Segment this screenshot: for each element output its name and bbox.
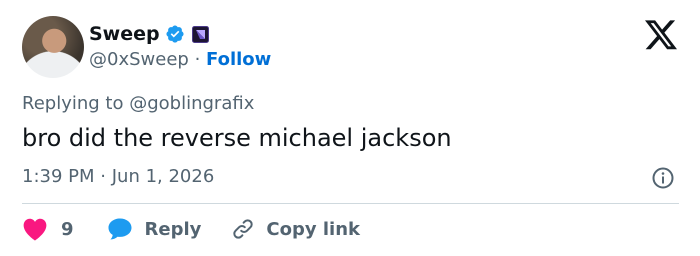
separator-dot: · [194, 49, 201, 70]
avatar[interactable] [22, 16, 84, 78]
like-button[interactable]: 9 [22, 217, 74, 241]
x-logo-icon[interactable] [645, 20, 677, 50]
speech-bubble-icon [107, 217, 133, 241]
copy-link-label: Copy link [266, 218, 360, 240]
author-handle-row: @0xSweep · Follow [89, 49, 271, 70]
replying-to: Replying to @goblingrafix [22, 93, 254, 114]
affiliate-badge-icon[interactable] [191, 25, 209, 43]
reply-label: Reply [144, 218, 202, 240]
heart-icon [22, 217, 48, 241]
timestamp-separator: · [100, 166, 106, 187]
like-count: 9 [61, 218, 74, 240]
verified-badge-icon [165, 24, 185, 44]
action-bar: 9 Reply Copy link [22, 214, 360, 244]
follow-button[interactable]: Follow [206, 49, 271, 70]
replying-prefix: Replying to [22, 93, 124, 114]
timestamp-date: Jun 1, 2026 [111, 166, 215, 187]
reply-button[interactable]: Reply [107, 217, 202, 241]
divider [22, 203, 679, 204]
reply-mention-link[interactable]: @goblingrafix [129, 93, 254, 114]
author-name[interactable]: Sweep [89, 23, 160, 45]
timestamp[interactable]: 1:39 PM · Jun 1, 2026 [22, 166, 214, 187]
link-icon [231, 217, 255, 241]
copy-link-button[interactable]: Copy link [231, 217, 360, 241]
info-icon[interactable] [651, 166, 675, 190]
timestamp-time: 1:39 PM [22, 166, 95, 187]
author-name-row: Sweep [89, 22, 209, 46]
author-handle[interactable]: @0xSweep [89, 49, 189, 70]
tweet-text: bro did the reverse michael jackson [22, 124, 452, 152]
